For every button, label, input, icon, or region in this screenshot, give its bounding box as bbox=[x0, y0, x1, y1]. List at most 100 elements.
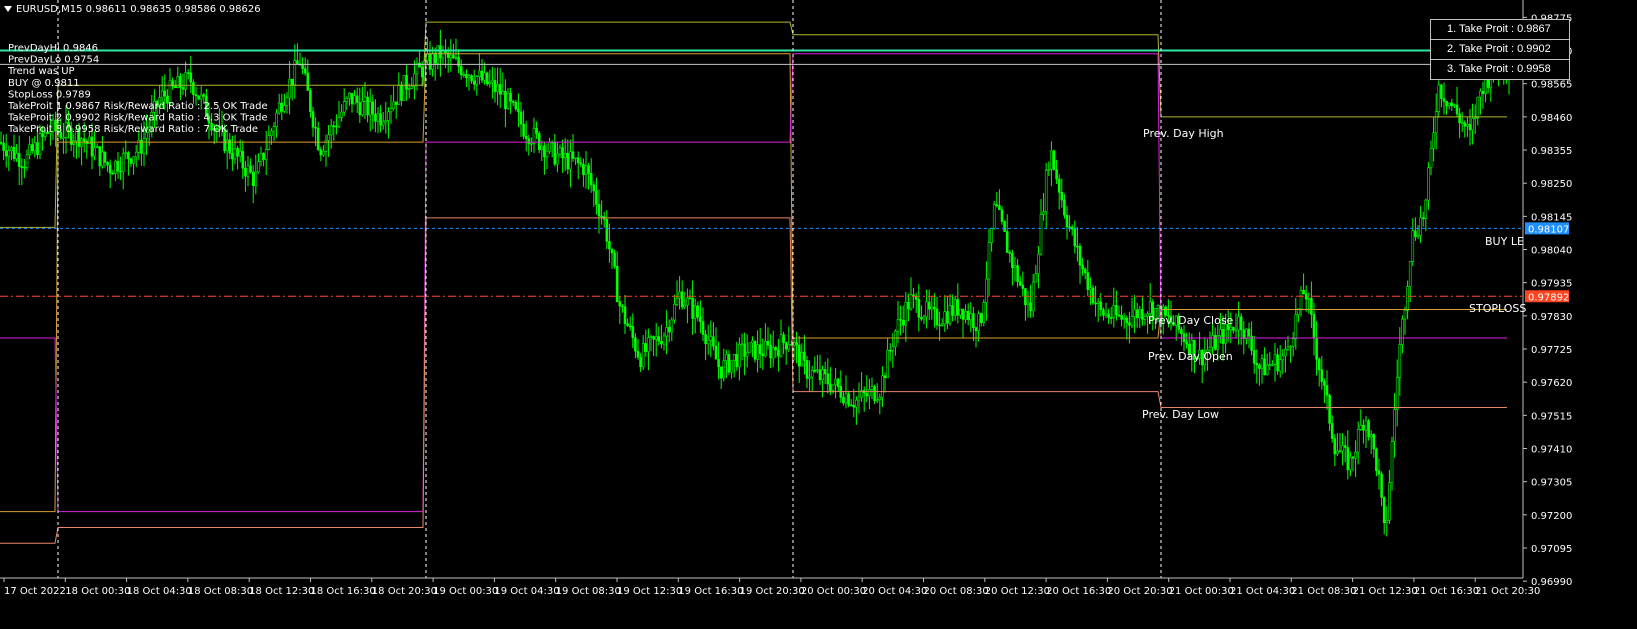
take-profit-2: 2. Take Proit : 0.9902 bbox=[1431, 40, 1569, 60]
candle-body bbox=[857, 396, 861, 401]
chart-area[interactable]: 0.987750.986700.985650.984600.983550.982… bbox=[0, 0, 1637, 624]
candle-body bbox=[696, 305, 700, 318]
candle-body bbox=[1414, 230, 1417, 238]
candle-body bbox=[1403, 309, 1407, 320]
candle-body bbox=[615, 266, 619, 303]
candle-body bbox=[103, 151, 107, 163]
candle-body bbox=[821, 369, 824, 381]
indicator-line: TakeProit 2 0.9902 Risk/Reward Ratio : 4… bbox=[7, 113, 268, 124]
candle-body bbox=[1055, 169, 1058, 180]
candle-body bbox=[1336, 450, 1339, 455]
candle-body bbox=[88, 136, 91, 144]
time-tick-label: 20 Oct 12:30 bbox=[985, 586, 1050, 597]
candle-body bbox=[1260, 358, 1264, 369]
candle-body bbox=[613, 252, 616, 267]
candle-body bbox=[181, 87, 185, 90]
candle-body bbox=[940, 323, 944, 326]
candle-body bbox=[277, 102, 281, 114]
candle-body bbox=[725, 354, 728, 361]
candle-body bbox=[844, 393, 848, 404]
candle-body bbox=[1063, 199, 1066, 216]
prev-day-open-label: Prev. Day Open bbox=[1148, 350, 1233, 363]
candle-body bbox=[891, 346, 895, 351]
candle-body bbox=[127, 152, 130, 160]
candle-body bbox=[920, 317, 923, 320]
candle-body bbox=[1008, 252, 1012, 254]
candle-body bbox=[535, 127, 538, 134]
candle-body bbox=[740, 343, 744, 346]
dropdown-triangle-icon[interactable] bbox=[4, 6, 12, 12]
price-tag-label: 0.97892 bbox=[1528, 292, 1569, 303]
candle-body bbox=[766, 341, 770, 346]
candle-body bbox=[1031, 281, 1035, 312]
candle-body bbox=[514, 102, 518, 110]
candle-body bbox=[30, 144, 34, 152]
candle-body bbox=[1416, 235, 1420, 238]
indicator-line: PrevDayLo 0.9754 bbox=[8, 55, 99, 66]
candle-body bbox=[189, 72, 193, 83]
candle-body bbox=[363, 96, 367, 102]
candle-body bbox=[605, 218, 609, 242]
time-tick-label: 19 Oct 12:30 bbox=[617, 586, 682, 597]
time-tick-label: 20 Oct 08:30 bbox=[924, 586, 989, 597]
candle-body bbox=[751, 340, 754, 344]
candle-body bbox=[33, 142, 37, 152]
candle-body bbox=[1083, 268, 1087, 274]
candle-body bbox=[485, 72, 489, 85]
candle-body bbox=[501, 90, 505, 95]
candle-body bbox=[93, 147, 96, 157]
candle-body bbox=[823, 369, 827, 375]
candle-body bbox=[1304, 293, 1308, 300]
candle-body bbox=[826, 373, 830, 385]
candle-body bbox=[545, 150, 549, 158]
candle-body bbox=[647, 337, 650, 352]
candle-body bbox=[1424, 199, 1428, 219]
time-tick-label: 18 Oct 20:30 bbox=[372, 586, 437, 597]
candle-body bbox=[1237, 316, 1240, 331]
candle-body bbox=[1125, 317, 1129, 324]
candle-body bbox=[782, 334, 785, 344]
candle-body bbox=[397, 84, 401, 105]
time-tick-label: 21 Oct 20:30 bbox=[1475, 586, 1540, 597]
candle-body bbox=[1351, 456, 1355, 459]
candle-body bbox=[246, 165, 250, 177]
candle-body bbox=[124, 152, 128, 155]
candle-body bbox=[566, 152, 570, 170]
candle-body bbox=[979, 313, 983, 323]
candle-body bbox=[834, 378, 837, 386]
candle-body bbox=[1224, 324, 1227, 344]
candle-body bbox=[836, 378, 840, 387]
candle-body bbox=[1086, 272, 1090, 290]
price-tick-label: 0.97305 bbox=[1531, 478, 1572, 489]
candle-body bbox=[1393, 409, 1396, 442]
candle-body bbox=[186, 72, 190, 75]
candle-body bbox=[1460, 122, 1464, 124]
candle-body bbox=[1359, 424, 1363, 430]
candle-body bbox=[886, 349, 889, 378]
price-chart[interactable]: 0.987750.986700.985650.984600.983550.982… bbox=[0, 0, 1637, 624]
candle-body bbox=[743, 343, 746, 357]
candle-body bbox=[618, 301, 622, 307]
candle-body bbox=[1263, 358, 1266, 376]
candle-body bbox=[1211, 335, 1214, 348]
candle-body bbox=[1245, 328, 1248, 339]
candle-body bbox=[517, 108, 520, 113]
candle-body bbox=[1128, 322, 1131, 326]
candle-body bbox=[797, 344, 801, 367]
candle-body bbox=[1234, 329, 1238, 332]
candle-body bbox=[1039, 214, 1043, 255]
candle-body bbox=[322, 150, 325, 156]
time-tick-label: 21 Oct 16:30 bbox=[1414, 586, 1479, 597]
candle-body bbox=[95, 146, 99, 148]
candle-body bbox=[111, 172, 115, 175]
candle-body bbox=[1294, 314, 1298, 340]
candle-body bbox=[636, 350, 640, 358]
candle-body bbox=[1382, 497, 1386, 524]
candle-body bbox=[1388, 482, 1391, 521]
candle-body bbox=[992, 204, 996, 229]
candle-body bbox=[1369, 434, 1373, 438]
candle-body bbox=[1307, 298, 1311, 300]
candle-body bbox=[574, 157, 577, 160]
candle-body bbox=[1429, 148, 1433, 169]
candle-body bbox=[472, 80, 476, 85]
